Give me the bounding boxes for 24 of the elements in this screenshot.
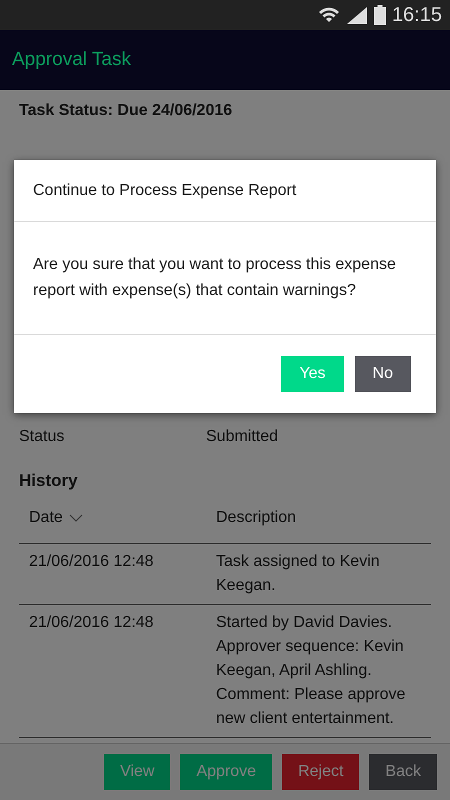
action-button[interactable]: Back: [369, 754, 437, 790]
wifi-icon: [318, 5, 340, 25]
app-title: Approval Task: [12, 48, 131, 72]
dialog-button[interactable]: No: [354, 356, 411, 392]
history-title: History: [19, 470, 79, 492]
dialog-title: Continue to Process Expense Report: [14, 160, 436, 222]
task-status: Task Status: Due 24/06/2016: [19, 101, 234, 121]
action-button[interactable]: Approve: [180, 754, 272, 790]
column-header: Description: [216, 508, 296, 528]
clock: 16:15: [392, 3, 442, 28]
action-button[interactable]: Reject: [282, 754, 360, 790]
action-button[interactable]: View: [104, 754, 170, 790]
dialog-button[interactable]: Yes: [281, 356, 344, 392]
chevron-down-icon: [68, 514, 83, 522]
field-value: Submitted: [206, 427, 278, 447]
table-cell-text: 21/06/2016 12:48: [29, 612, 155, 632]
table-cell-text: Task assigned to Kevin Keegan.: [216, 552, 381, 596]
signal-icon: [346, 6, 368, 24]
table-cell-text: 21/06/2016 12:48: [29, 552, 155, 572]
battery-icon: [374, 5, 386, 25]
table-cell-text: Started by David Davies. Approver sequence: Kevin Keegan, April Ashling. Comment: Please approve new client entertainment.: [216, 612, 406, 728]
dialog-message: Are you sure that you want to process this expense report with expense(s) that contain warnings?: [14, 222, 436, 335]
field-label: Status: [19, 427, 66, 447]
date-column-header[interactable]: Date: [29, 506, 216, 530]
